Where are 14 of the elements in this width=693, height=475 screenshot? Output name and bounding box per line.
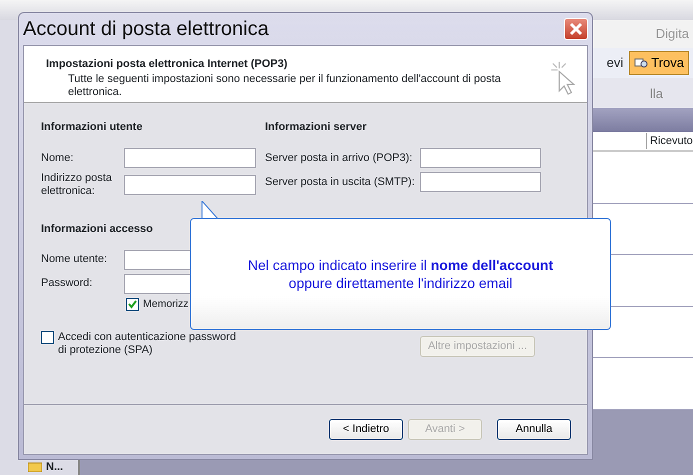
- window-title: Account di posta elettronica: [23, 17, 269, 42]
- section-title: Informazioni accesso: [41, 222, 154, 236]
- section-title: Informazioni server: [265, 120, 368, 135]
- tooltip-text: Nel campo indicato inserire il nome dell'account oppure direttamente l'indirizzo email: [248, 256, 554, 292]
- header-subtitle: Tutte le seguenti impostazioni sono necessarie per il funzionamento dell'account di posta elettronica.: [68, 72, 502, 98]
- field-label: Server posta in arrivo (POP3):: [265, 152, 414, 164]
- section-title: Informazioni utente: [41, 120, 144, 135]
- field-label: Server posta in uscita (SMTP):: [265, 176, 416, 188]
- header-title: Impostazioni posta elettronica Internet (POP3): [46, 57, 288, 72]
- row-text: lla: [650, 86, 664, 101]
- field-label: Password:: [41, 277, 94, 290]
- field-label: Nome utente:: [41, 253, 108, 266]
- field-label: Nome:: [41, 152, 74, 164]
- field-label: Indirizzo posta elettronica:: [41, 172, 113, 198]
